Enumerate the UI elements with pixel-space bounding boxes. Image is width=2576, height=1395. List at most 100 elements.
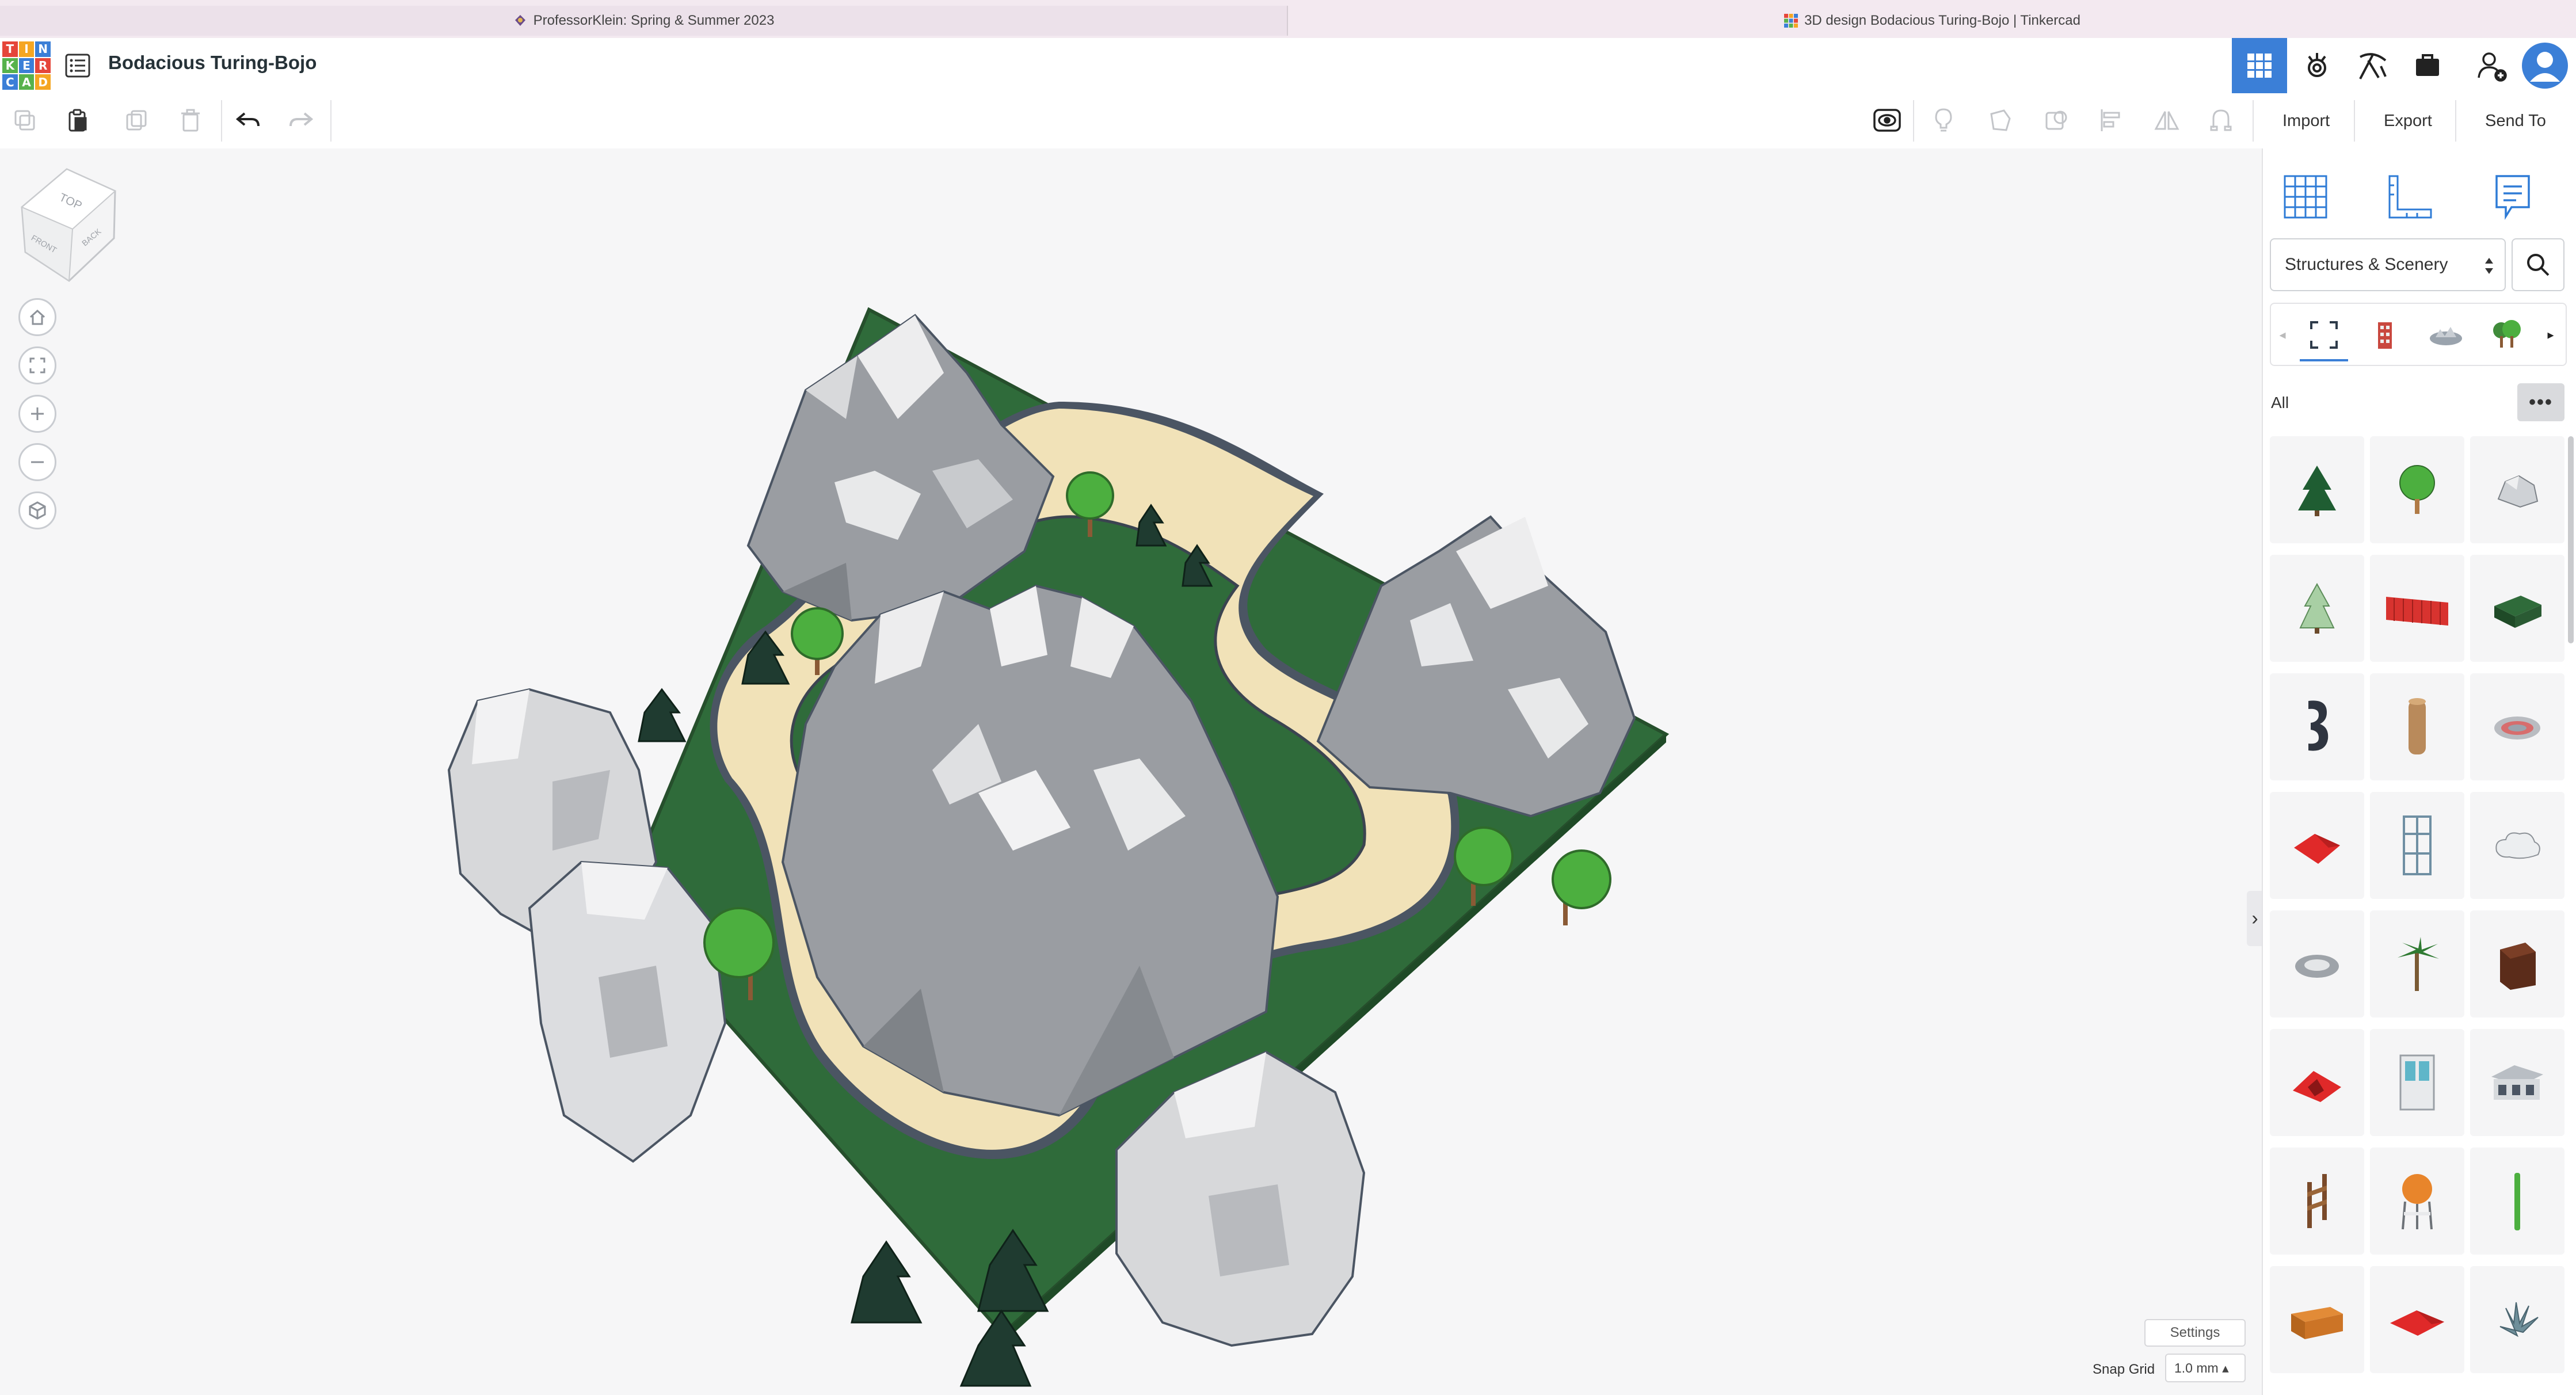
category-buildings[interactable] (2361, 311, 2409, 359)
shape-shrub[interactable] (2470, 1266, 2564, 1373)
more-options-button[interactable]: ••• (2517, 383, 2564, 421)
browser-tab-tinkercad-title: 3D design Bodacious Turing-Bojo | Tinker… (1804, 13, 2080, 28)
scroll-left-button[interactable]: ◂ (2271, 311, 2294, 359)
shape-rock[interactable] (2470, 436, 2564, 543)
shape-cottage[interactable] (2470, 1029, 2564, 1136)
shape-grass-block[interactable] (2470, 555, 2564, 662)
shape-pond[interactable] (2470, 673, 2564, 780)
fit-all-icon (29, 357, 45, 373)
shape-wood-box[interactable] (2470, 910, 2564, 1017)
logo-letter: R (35, 58, 51, 74)
snap-grid-label: Snap Grid (2093, 1362, 2155, 1377)
shape-snowy-pine[interactable] (2270, 555, 2364, 662)
shape-water-tower[interactable] (2370, 1148, 2464, 1255)
app-header: T I N K E R C A D Bodacious Turing-Bojo (0, 38, 2576, 94)
3d-scene-model[interactable] (0, 148, 2262, 1395)
shape-grid-scrollbar[interactable] (2568, 436, 2574, 643)
mirror-button[interactable] (2148, 101, 2186, 139)
shape-window-frame[interactable] (2370, 792, 2464, 899)
invite-user-button[interactable] (2464, 38, 2520, 93)
shape-wood-log[interactable] (2370, 673, 2464, 780)
show-all-button[interactable] (1868, 101, 1906, 139)
export-button[interactable]: Export (2373, 106, 2442, 136)
workplane-3d-view[interactable]: TOP FRONT BACK Settings Snap Grid 1.0 mm… (0, 148, 2263, 1395)
red-roof-small-icon (2390, 1310, 2444, 1336)
shape-category-select[interactable]: Structures & Scenery (2270, 238, 2506, 291)
tinkercad-favicon-icon (1784, 14, 1798, 28)
logo-letter: A (18, 74, 35, 90)
logo-letter: I (18, 41, 35, 57)
shape-red-roof[interactable] (2270, 792, 2364, 899)
redo-button[interactable] (282, 101, 320, 139)
workplane-tab[interactable] (2271, 162, 2340, 231)
settings-button[interactable]: Settings (2144, 1319, 2246, 1347)
rock-icon (2497, 475, 2539, 508)
shape-red-roof-small[interactable] (2370, 1266, 2464, 1373)
shape-stone-ring[interactable] (2270, 910, 2364, 1017)
shape-round-tree[interactable] (2370, 436, 2464, 543)
logo-letter: E (18, 58, 35, 74)
perspective-toggle-button[interactable] (18, 491, 56, 529)
panel-collapse-handle[interactable]: › (2247, 891, 2263, 946)
chevron-left-icon: ◂ (2279, 327, 2286, 342)
paste-button[interactable] (59, 101, 97, 139)
import-button[interactable]: Import (2272, 106, 2340, 136)
snap-grid-select[interactable]: 1.0 mm ▴ (2165, 1354, 2246, 1382)
align-button[interactable] (2093, 101, 2131, 139)
wood-box-icon (2500, 943, 2536, 990)
notes-button[interactable] (1925, 101, 1963, 139)
window-icon (2399, 1054, 2435, 1111)
projects-button[interactable] (2400, 38, 2455, 93)
trees-icon (2493, 320, 2521, 348)
shape-cloud[interactable] (2470, 792, 2564, 899)
copy-button[interactable] (6, 101, 44, 139)
send-to-button[interactable]: Send To (2475, 106, 2556, 136)
cruise-button[interactable] (2202, 101, 2240, 139)
duplicate-icon (126, 110, 147, 131)
circuits-button[interactable] (2289, 38, 2345, 93)
scroll-right-button[interactable]: ▸ (2539, 311, 2562, 359)
building-icon (2378, 322, 2392, 349)
shape-search-button[interactable] (2512, 238, 2564, 291)
shape-red-tent[interactable] (2270, 1029, 2364, 1136)
shape-number-three[interactable] (2270, 673, 2364, 780)
logo-letter: N (35, 41, 51, 57)
account-button[interactable] (2517, 38, 2573, 93)
hole-button[interactable] (2037, 101, 2075, 139)
duplicate-button[interactable] (117, 101, 155, 139)
shape-button[interactable] (1981, 101, 2019, 139)
fit-view-button[interactable] (18, 346, 56, 384)
notes-tab[interactable] (2478, 162, 2547, 231)
ruler-tab[interactable] (2375, 162, 2444, 231)
shape-red-fence[interactable] (2370, 555, 2464, 662)
category-nature[interactable] (2483, 311, 2531, 359)
solid-shape-icon (1990, 109, 2011, 131)
delete-button[interactable] (172, 101, 209, 139)
browser-tab-course[interactable]: ProfessorKlein: Spring & Summer 2023 (0, 6, 1288, 36)
tinkercad-logo[interactable]: T I N K E R C A D (2, 41, 51, 90)
zoom-out-button[interactable] (18, 443, 56, 481)
shape-wood-crate[interactable] (2270, 1266, 2364, 1373)
category-all[interactable] (2300, 311, 2348, 361)
undo-button[interactable] (229, 101, 267, 139)
browser-tab-course-title: ProfessorKlein: Spring & Summer 2023 (533, 13, 775, 28)
design-title[interactable]: Bodacious Turing-Bojo (108, 52, 317, 74)
shape-wood-fence[interactable] (2270, 1148, 2364, 1255)
codeblocks-button[interactable] (2345, 38, 2400, 93)
shape-window[interactable] (2370, 1029, 2464, 1136)
3d-design-button[interactable] (2232, 38, 2287, 93)
design-list-icon[interactable] (64, 53, 91, 78)
shape-palm-tree[interactable] (2370, 910, 2464, 1017)
shape-green-post[interactable] (2470, 1148, 2564, 1255)
snowy-pine-icon (2299, 582, 2335, 634)
shape-pine-tree[interactable] (2270, 436, 2364, 543)
number-three-icon (2308, 700, 2329, 751)
zoom-in-button[interactable] (18, 395, 56, 433)
browser-tab-tinkercad[interactable]: 3D design Bodacious Turing-Bojo | Tinker… (1288, 6, 2576, 36)
view-cube[interactable]: TOP FRONT BACK (17, 166, 121, 287)
home-view-button[interactable] (18, 298, 56, 336)
category-landscape[interactable] (2422, 311, 2470, 359)
3d-design-icon (2247, 54, 2272, 78)
mountain-right (1316, 515, 1636, 818)
search-icon (2527, 254, 2550, 276)
